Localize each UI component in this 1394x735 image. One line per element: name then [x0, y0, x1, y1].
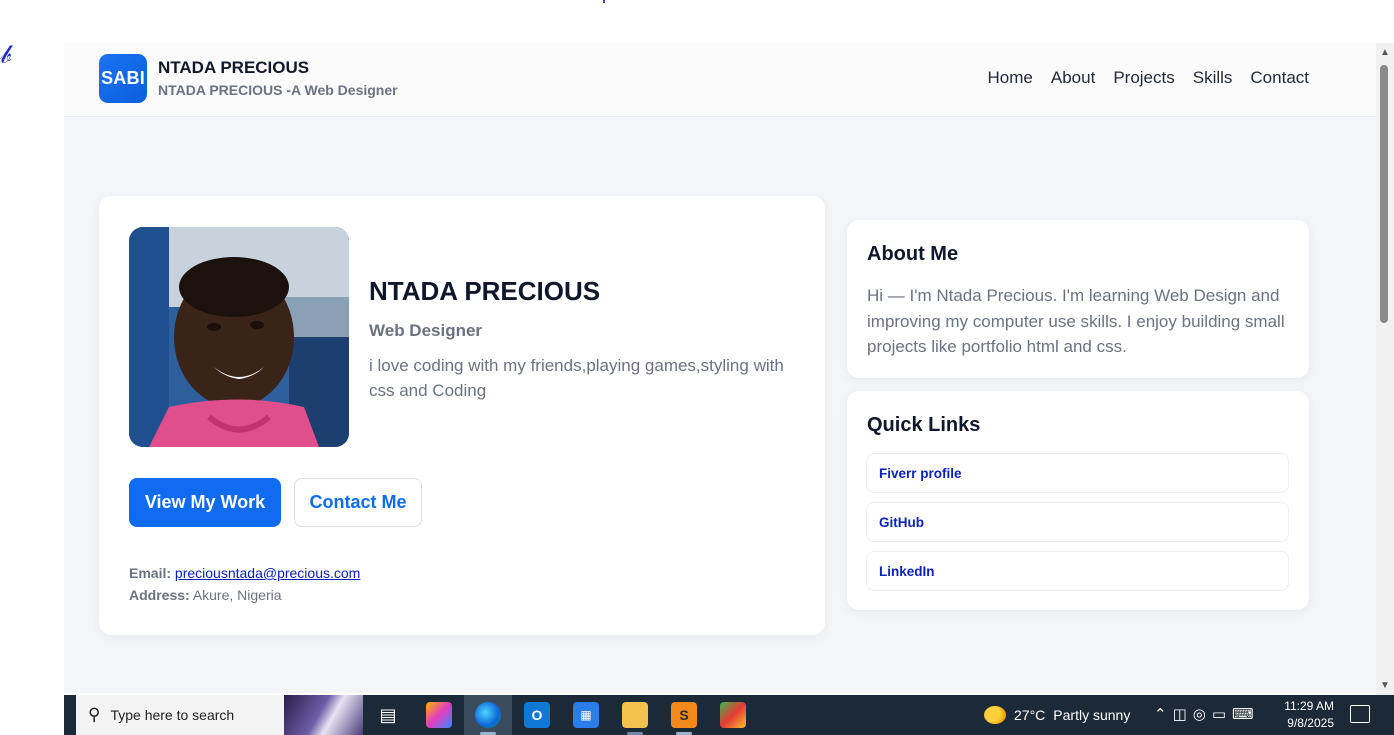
windows-taskbar: ⚲ Type here to search ▤ O ▦ S 27°C Partl…: [64, 695, 1394, 735]
nav-projects[interactable]: Projects: [1113, 68, 1174, 88]
clock-date: 9/8/2025: [1287, 716, 1334, 730]
nav-about[interactable]: About: [1051, 68, 1095, 88]
quick-links-title: Quick Links: [867, 414, 981, 436]
weather-widget[interactable]: 27°C Partly sunny: [984, 706, 1130, 724]
profile-card: NTADA PRECIOUS Web Designer i love codin…: [99, 196, 825, 635]
nav-home[interactable]: Home: [988, 68, 1033, 88]
weather-text: Partly sunny: [1053, 707, 1131, 723]
stray-dot: [603, 0, 605, 3]
system-tray-icons[interactable]: ⌃◫◎▭⌨: [1154, 705, 1260, 723]
search-highlight-image: [284, 695, 363, 735]
site-logo[interactable]: SABI: [99, 54, 147, 103]
desktop-background: 𝒷: [0, 0, 64, 695]
profile-bio: i love coding with my friends,playing ga…: [369, 356, 784, 400]
page-scrollbar[interactable]: ▲ ▼: [1376, 43, 1394, 695]
email-line: Email: preciousntada@precious.com: [129, 562, 360, 584]
link-github[interactable]: GitHub: [866, 502, 1289, 542]
clock-time: 11:29 AM: [1284, 699, 1334, 713]
brand-subtitle: NTADA PRECIOUS -A Web Designer: [158, 82, 398, 98]
nav-contact[interactable]: Contact: [1250, 68, 1309, 88]
taskbar-clock[interactable]: 11:29 AM 9/8/2025: [1280, 698, 1334, 732]
contact-info: Email: preciousntada@precious.com Addres…: [129, 562, 360, 606]
brand-title: NTADA PRECIOUS: [158, 58, 310, 77]
task-view-icon[interactable]: ▤: [375, 702, 401, 728]
address-line: Address: Akure, Nigeria: [129, 584, 360, 606]
scroll-thumb[interactable]: [1380, 65, 1388, 323]
profile-photo: [129, 227, 349, 447]
about-card: About Me Hi — I'm Ntada Precious. I'm le…: [847, 220, 1309, 378]
sublime-text-icon[interactable]: S: [671, 702, 697, 728]
outlook-icon[interactable]: O: [524, 702, 550, 728]
weather-temp: 27°C: [1014, 707, 1046, 723]
about-text: Hi — I'm Ntada Precious. I'm learning We…: [867, 286, 1285, 356]
address-label: Address:: [129, 587, 190, 603]
profile-name: NTADA PRECIOUS: [369, 276, 601, 306]
site-header: SABI NTADA PRECIOUS NTADA PRECIOUS -A We…: [64, 43, 1376, 117]
browser-viewport: SABI NTADA PRECIOUS NTADA PRECIOUS -A We…: [64, 43, 1376, 693]
email-label: Email:: [129, 565, 172, 581]
scroll-down-arrow-icon[interactable]: ▼: [1380, 680, 1390, 691]
link-linkedin[interactable]: LinkedIn: [866, 551, 1289, 591]
link-fiverr[interactable]: Fiverr profile: [866, 453, 1289, 493]
address-value: Akure, Nigeria: [192, 587, 282, 603]
notification-icon[interactable]: [1350, 705, 1370, 723]
view-my-work-button[interactable]: View My Work: [129, 478, 281, 527]
edge-browser-icon[interactable]: [475, 702, 501, 728]
game-app-icon[interactable]: [720, 702, 746, 728]
about-title: About Me: [867, 243, 959, 265]
contact-me-button[interactable]: Contact Me: [294, 478, 422, 527]
file-explorer-icon[interactable]: [622, 702, 648, 728]
nav-skills[interactable]: Skills: [1193, 68, 1233, 88]
profile-role: Web Designer: [369, 321, 483, 340]
search-placeholder: Type here to search: [110, 707, 235, 723]
scroll-up-arrow-icon[interactable]: ▲: [1380, 47, 1390, 58]
main-nav: Home About Projects Skills Contact: [988, 68, 1309, 88]
partly-sunny-icon: [984, 706, 1006, 724]
store-icon[interactable]: ▦: [573, 702, 599, 728]
copilot-icon[interactable]: [426, 702, 452, 728]
email-link[interactable]: preciousntada@precious.com: [175, 565, 360, 581]
search-icon: ⚲: [88, 705, 101, 724]
quick-links-card: Quick Links Fiverr profile GitHub Linked…: [847, 391, 1309, 610]
pen-scribble-icon: 𝒷: [0, 40, 12, 70]
